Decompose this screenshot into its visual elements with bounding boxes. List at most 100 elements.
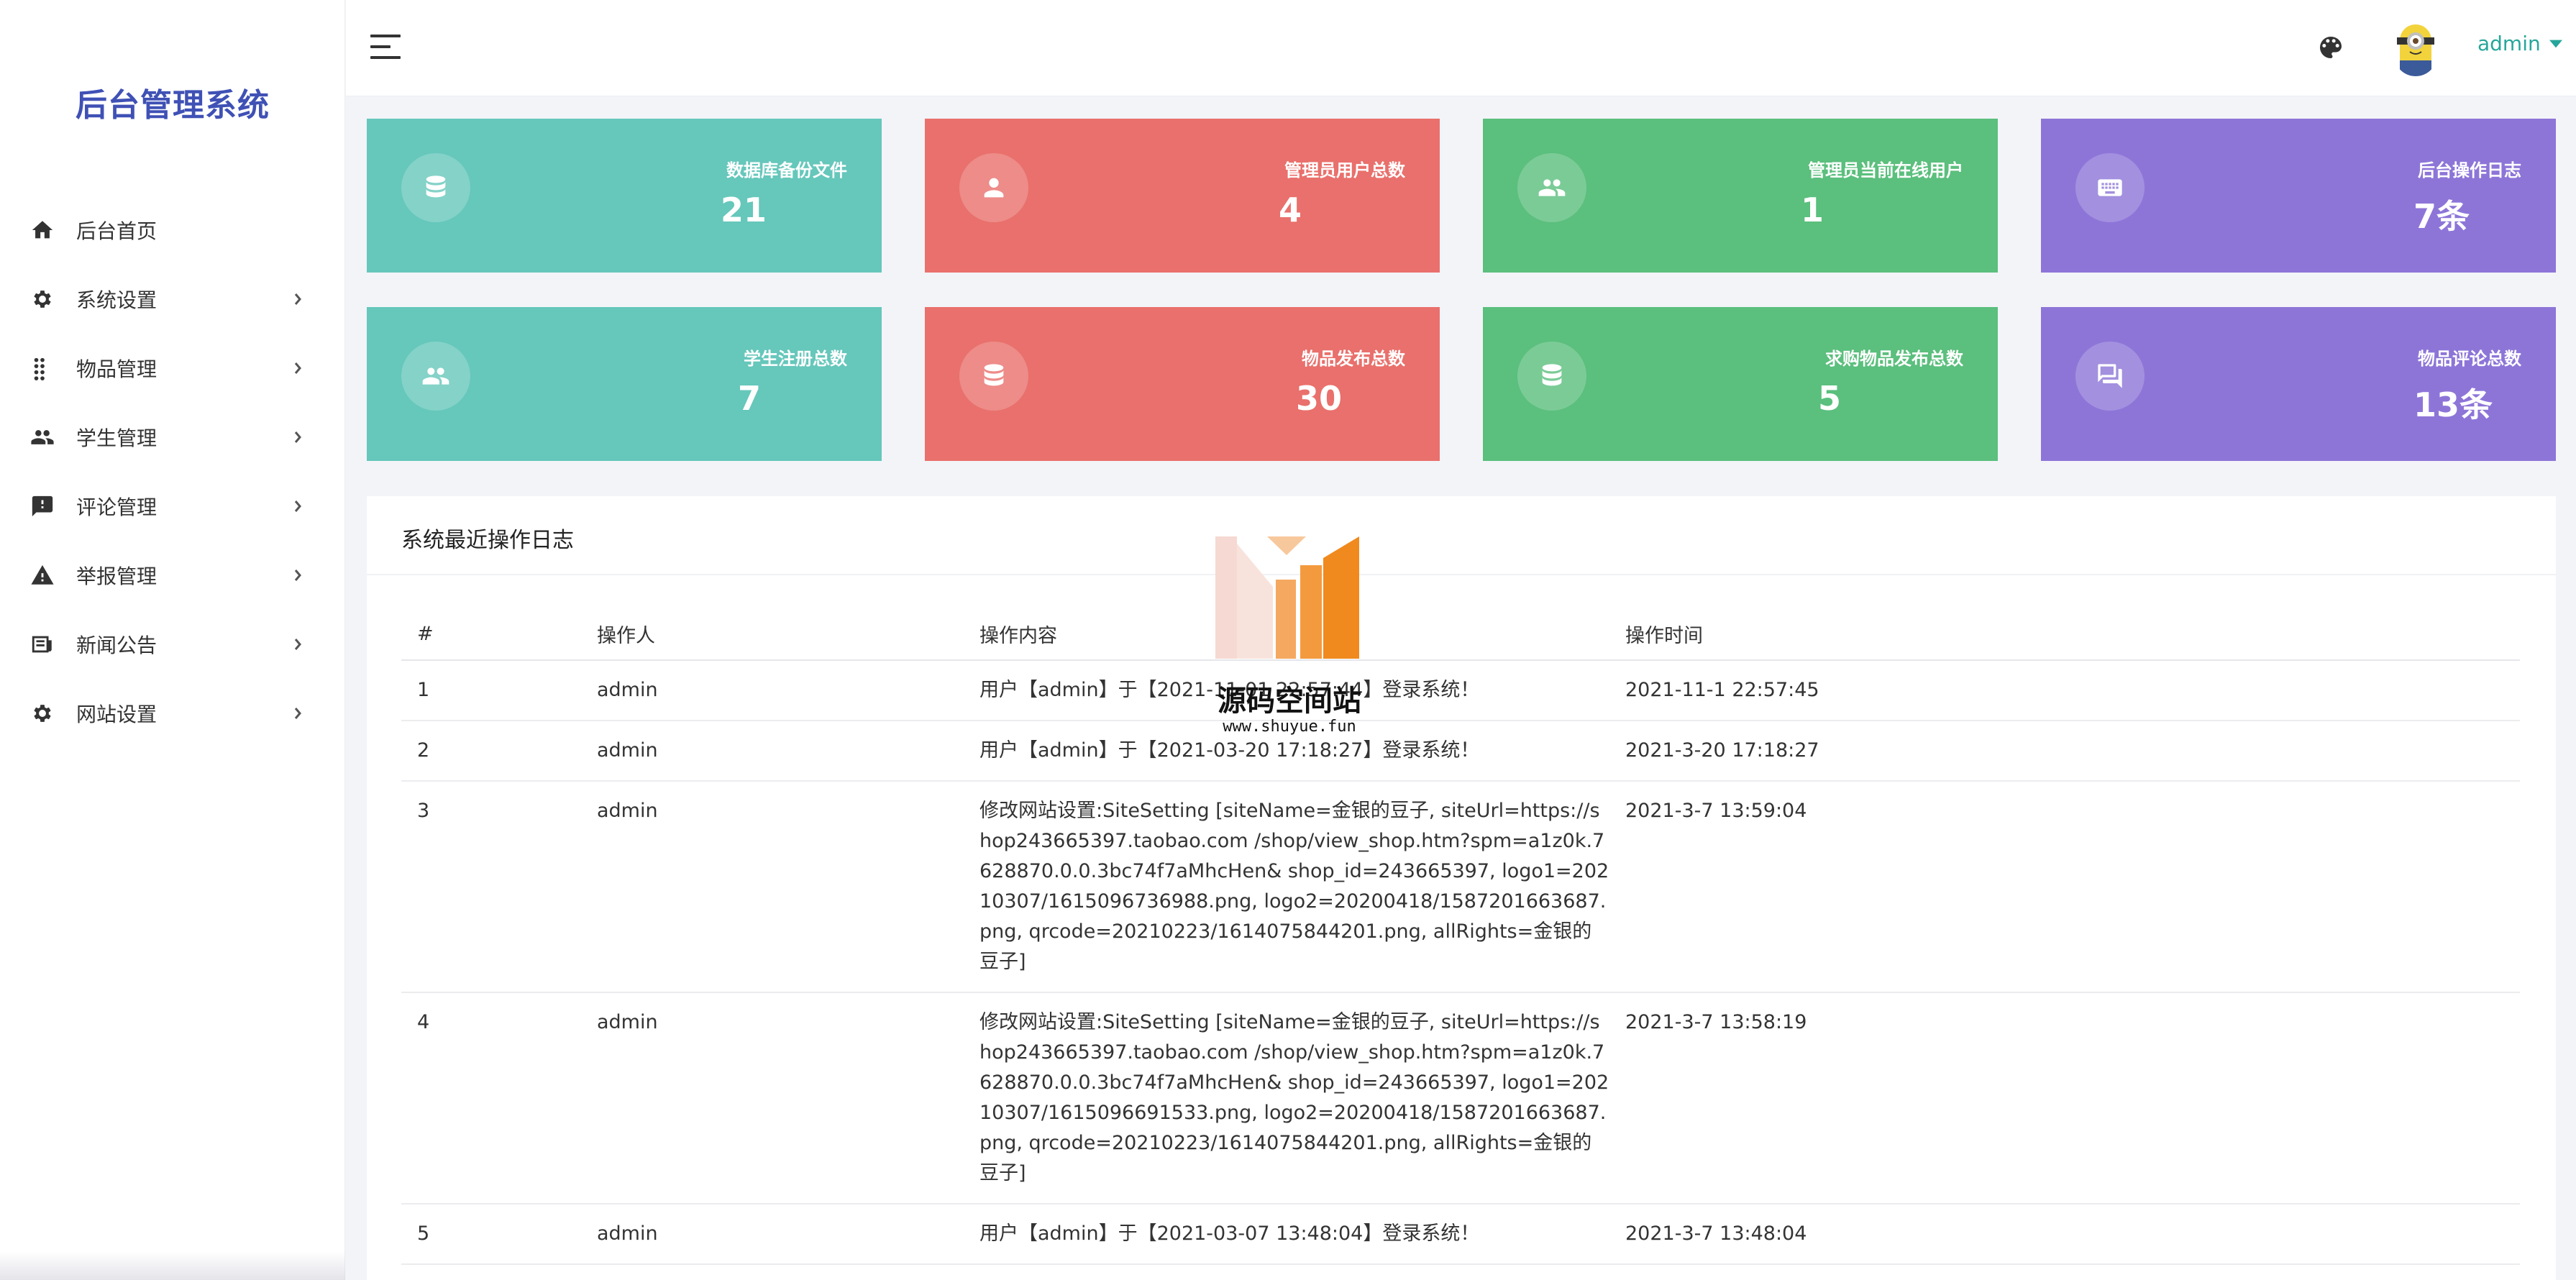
row-user: admin (581, 660, 964, 721)
row-content: 用户【admin】于【2021-11-01 22:57:44】登录系统！ (979, 679, 1480, 701)
stat-card-online-admins[interactable]: 管理员当前在线用户 1 (1483, 119, 1998, 273)
caret-down-icon (2549, 40, 2562, 47)
recent-log-panel: 系统最近操作日志 # 操作人 操作内容 操作时间 1 admin 用户【admi… (367, 496, 2556, 1280)
database-icon (959, 342, 1028, 411)
menu-toggle-icon[interactable] (370, 35, 401, 60)
row-content: 修改网站设置:SiteSetting [siteName=金银的豆子, site… (979, 800, 1609, 973)
table-row: 2 admin 用户【admin】于【2021-03-20 17:18:27】登… (401, 721, 2520, 782)
sidebar-item-site-settings[interactable]: 网站设置 (0, 679, 345, 748)
row-user: admin (581, 992, 964, 1204)
person-icon (959, 153, 1028, 222)
user-menu[interactable]: admin (2477, 32, 2562, 55)
gear-icon (30, 701, 55, 726)
row-time: 2021-3-20 17:18:27 (1609, 721, 2520, 782)
brand-title: 后台管理系统 (76, 87, 270, 124)
top-header: admin (346, 0, 2576, 96)
stat-label: 管理员用户总数 (1284, 160, 1405, 180)
log-table: # 操作人 操作内容 操作时间 1 admin 用户【admin】于【2021-… (401, 608, 2520, 1265)
row-id: 4 (401, 992, 581, 1204)
stat-card-items-published[interactable]: 物品发布总数 30 (925, 307, 1440, 461)
stat-value: 7条 (2413, 197, 2470, 236)
comment-alert-icon (30, 494, 55, 518)
row-id: 3 (401, 781, 581, 993)
stat-card-operation-logs[interactable]: 后台操作日志 7条 (2041, 119, 2556, 273)
sidebar-item-label: 学生管理 (76, 426, 157, 450)
row-user: admin (581, 781, 964, 993)
row-id: 5 (401, 1204, 581, 1265)
table-row: 3 admin 修改网站设置:SiteSetting [siteName=金银的… (401, 781, 2520, 993)
row-id: 2 (401, 721, 581, 782)
sidebar-item-label: 系统设置 (76, 288, 157, 312)
grid-icon (30, 356, 55, 380)
home-icon (30, 218, 55, 242)
row-id: 1 (401, 660, 581, 721)
people-icon (30, 425, 55, 449)
keyboard-icon (2075, 153, 2145, 222)
table-row: 1 admin 用户【admin】于【2021-11-01 22:57:44】登… (401, 660, 2520, 721)
comments-icon (2075, 342, 2145, 411)
sidebar-item-label: 后台首页 (76, 219, 157, 243)
sidebar-item-label: 物品管理 (76, 357, 157, 381)
stat-label: 管理员当前在线用户 (1808, 160, 1963, 180)
stat-card-item-comments[interactable]: 物品评论总数 13条 (2041, 307, 2556, 461)
chevron-right-icon (289, 569, 306, 582)
sidebar-menu: 后台首页 系统设置 物品管理 学生管理 评论管理 举报管理 新闻公告 网站设置 (0, 196, 345, 748)
database-icon (1517, 342, 1586, 411)
chevron-right-icon (289, 500, 306, 513)
stat-value: 7 (738, 379, 762, 418)
row-user: admin (581, 1204, 964, 1265)
palette-icon[interactable] (2316, 33, 2345, 62)
database-icon (401, 153, 470, 222)
stat-label: 后台操作日志 (2418, 160, 2521, 180)
stat-value: 13条 (2413, 385, 2493, 424)
table-row: 5 admin 用户【admin】于【2021-03-07 13:48:04】登… (401, 1204, 2520, 1265)
table-row: 4 admin 修改网站设置:SiteSetting [siteName=金银的… (401, 992, 2520, 1204)
stat-card-student-registrations[interactable]: 学生注册总数 7 (367, 307, 882, 461)
news-icon (30, 632, 55, 657)
stat-card-db-backups[interactable]: 数据库备份文件 21 (367, 119, 882, 273)
chevron-right-icon (289, 707, 306, 720)
row-user: admin (581, 721, 964, 782)
chevron-right-icon (289, 431, 306, 444)
people-icon (1517, 153, 1586, 222)
row-content: 用户【admin】于【2021-03-07 13:48:04】登录系统！ (979, 1222, 1480, 1245)
username: admin (2477, 32, 2541, 55)
column-header: 操作内容 (964, 608, 1609, 661)
chevron-right-icon (289, 293, 306, 306)
sidebar: 后台管理系统 后台首页 系统设置 物品管理 学生管理 评论管理 举报管理 新闻公… (0, 0, 345, 1280)
sidebar-item-reports[interactable]: 举报管理 (0, 541, 345, 610)
stat-value: 1 (1801, 191, 1824, 229)
stat-label: 物品发布总数 (1302, 349, 1405, 369)
stat-label: 学生注册总数 (744, 349, 847, 369)
warning-icon (30, 563, 55, 588)
row-time: 2021-3-7 13:48:04 (1609, 1204, 2520, 1265)
avatar[interactable] (2394, 20, 2437, 76)
row-time: 2021-3-7 13:59:04 (1609, 781, 2520, 993)
stat-label: 求购物品发布总数 (1825, 349, 1963, 369)
stat-card-wanted-items[interactable]: 求购物品发布总数 5 (1483, 307, 1998, 461)
sidebar-item-students[interactable]: 学生管理 (0, 403, 345, 472)
gear-icon (30, 287, 55, 311)
stat-label: 数据库备份文件 (726, 160, 847, 180)
chevron-right-icon (289, 362, 306, 375)
row-time: 2021-11-1 22:57:45 (1609, 660, 2520, 721)
sidebar-item-home[interactable]: 后台首页 (0, 196, 345, 265)
row-content: 修改网站设置:SiteSetting [siteName=金银的豆子, site… (979, 1011, 1609, 1184)
sidebar-item-system-settings[interactable]: 系统设置 (0, 265, 345, 334)
row-time: 2021-3-7 13:58:19 (1609, 992, 2520, 1204)
sidebar-item-news[interactable]: 新闻公告 (0, 610, 345, 679)
sidebar-item-items[interactable]: 物品管理 (0, 334, 345, 403)
sidebar-item-label: 新闻公告 (76, 634, 157, 657)
stat-label: 物品评论总数 (2418, 349, 2521, 369)
table-header-row: # 操作人 操作内容 操作时间 (401, 608, 2520, 661)
sidebar-item-comments[interactable]: 评论管理 (0, 472, 345, 541)
stat-value: 21 (721, 191, 767, 229)
stat-card-admin-users[interactable]: 管理员用户总数 4 (925, 119, 1440, 273)
stat-value: 4 (1279, 191, 1302, 229)
people-icon (401, 342, 470, 411)
sidebar-item-label: 网站设置 (76, 703, 157, 726)
column-header: 操作时间 (1609, 608, 2520, 661)
panel-title: 系统最近操作日志 (401, 528, 574, 553)
stat-value: 5 (1818, 379, 1842, 418)
sidebar-item-label: 举报管理 (76, 564, 157, 588)
